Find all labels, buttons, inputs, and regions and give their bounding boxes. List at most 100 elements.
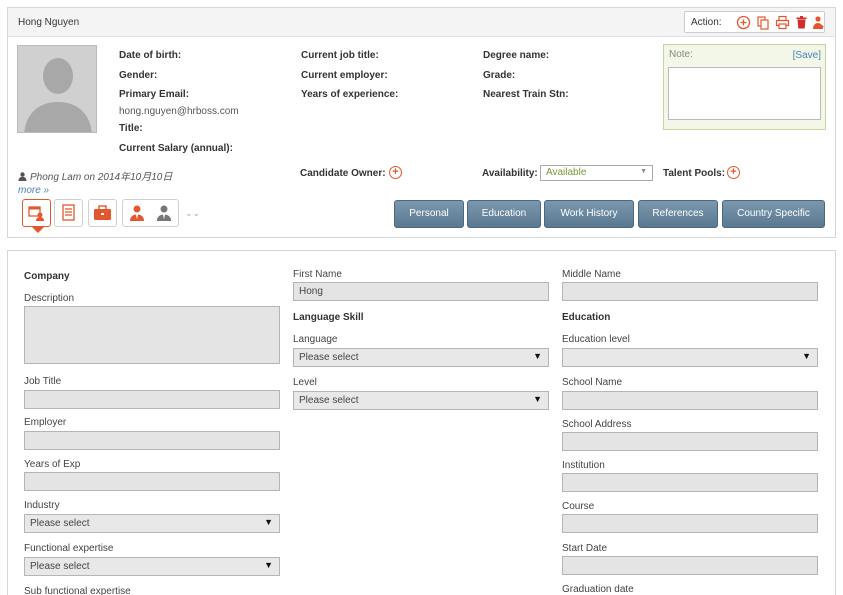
years-exp-label: Years of Exp — [24, 459, 81, 470]
school-address-input[interactable] — [562, 432, 818, 451]
tab-work-history[interactable]: Work History — [544, 200, 634, 228]
people-icon — [130, 205, 171, 221]
job-title-field-label: Job Title — [24, 376, 62, 387]
language-select[interactable]: Please select ▼ — [293, 348, 549, 367]
tab-country-specific[interactable]: Country Specific — [722, 200, 825, 228]
experience-label: Years of experience: — [301, 89, 399, 100]
delete-icon[interactable] — [794, 15, 809, 30]
avatar-silhouette-icon — [18, 46, 96, 132]
functional-label: Functional expertise — [24, 543, 114, 554]
candidate-name: Hong Nguyen — [18, 17, 80, 28]
email-value[interactable]: hong.nguyen@hrboss.com — [119, 106, 239, 117]
action-bar: Action: — [684, 11, 825, 33]
chevron-down-icon: ▼ — [802, 351, 811, 361]
availability-value: Available — [546, 167, 587, 178]
add-owner-icon[interactable]: + — [389, 166, 402, 179]
action-label: Action: — [691, 17, 722, 28]
employer-input[interactable] — [24, 431, 280, 450]
gender-label: Gender: — [119, 70, 158, 81]
education-heading: Education — [562, 312, 611, 323]
assign-icon[interactable] — [811, 15, 826, 30]
level-value: Please select — [299, 395, 359, 406]
availability-label: Availability: — [482, 168, 538, 179]
school-name-label: School Name — [562, 377, 623, 388]
candidate-panel: Hong Nguyen Action: Date of birth: Gende… — [7, 7, 836, 238]
education-level-select[interactable]: ▼ — [562, 348, 818, 367]
language-label: Language — [293, 334, 338, 345]
middle-name-label: Middle Name — [562, 269, 621, 280]
level-select[interactable]: Please select ▼ — [293, 391, 549, 410]
job-title-label: Current job title: — [301, 50, 379, 61]
course-input[interactable] — [562, 514, 818, 533]
start-date-input[interactable] — [562, 556, 818, 575]
first-name-value: Hong — [299, 286, 323, 297]
note-textarea[interactable] — [668, 67, 821, 120]
institution-label: Institution — [562, 460, 605, 471]
expand-chevron-icon[interactable]: ⌄⌄ — [185, 208, 200, 219]
email-label: Primary Email: — [119, 89, 190, 100]
candidate-owner-label: Candidate Owner: — [300, 168, 386, 179]
resume-button[interactable] — [54, 199, 83, 227]
sub-functional-label: Sub functional expertise — [24, 586, 131, 595]
institution-input[interactable] — [562, 473, 818, 492]
train-label: Nearest Train Stn: — [483, 89, 569, 100]
middle-name-input[interactable] — [562, 282, 818, 301]
contacts-button[interactable] — [122, 199, 179, 227]
job-title-input[interactable] — [24, 390, 280, 409]
industry-label: Industry — [24, 500, 60, 511]
grade-label: Grade: — [483, 70, 516, 81]
dob-label: Date of birth: — [119, 50, 182, 61]
chevron-down-icon: ▼ — [264, 517, 273, 527]
course-label: Course — [562, 501, 595, 512]
school-address-label: School Address — [562, 419, 632, 430]
jobs-button[interactable] — [88, 199, 117, 227]
description-label: Description — [24, 293, 75, 304]
document-icon — [62, 204, 75, 221]
copy-icon[interactable] — [756, 15, 771, 30]
add-icon[interactable] — [736, 15, 751, 30]
availability-select[interactable]: Available ▼ — [540, 165, 653, 181]
functional-value: Please select — [30, 561, 90, 572]
chevron-down-icon: ▼ — [533, 394, 542, 404]
tab-references[interactable]: References — [638, 200, 718, 228]
note-save-link[interactable]: [Save] — [793, 50, 821, 61]
first-name-input[interactable]: Hong — [293, 282, 549, 301]
start-date-label: Start Date — [562, 543, 608, 554]
employer-field-label: Employer — [24, 417, 67, 428]
first-name-label: First Name — [293, 269, 342, 280]
degree-label: Degree name: — [483, 50, 550, 61]
user-icon — [18, 172, 27, 181]
functional-select[interactable]: Please select ▼ — [24, 557, 280, 576]
chevron-down-icon: ▼ — [264, 560, 273, 570]
print-icon[interactable] — [775, 15, 790, 30]
title-label: Title: — [119, 123, 143, 134]
talent-pools-label: Talent Pools: — [663, 168, 726, 179]
salary-label: Current Salary (annual): — [119, 143, 233, 154]
created-by-text: Phong Lam on 2014年10月10日 — [30, 172, 173, 183]
candidate-photo — [17, 45, 97, 133]
industry-select[interactable]: Please select ▼ — [24, 514, 280, 533]
graduation-date-label: Graduation date — [562, 584, 634, 595]
chevron-down-icon: ▼ — [640, 168, 647, 175]
tab-education[interactable]: Education — [467, 200, 541, 228]
language-skill-heading: Language Skill — [293, 312, 364, 323]
form-panel: Company Description Job Title Employer Y… — [7, 250, 836, 595]
employer-label: Current employer: — [301, 70, 388, 81]
tab-personal[interactable]: Personal — [394, 200, 464, 228]
active-tab-pointer — [32, 227, 44, 233]
created-by-line: Phong Lam on 2014年10月10日 — [18, 168, 172, 183]
language-value: Please select — [299, 352, 359, 363]
description-textarea[interactable] — [24, 306, 280, 364]
years-exp-input[interactable] — [24, 472, 280, 491]
note-label: Note: — [669, 49, 693, 60]
more-link[interactable]: more » — [18, 185, 49, 196]
education-level-label: Education level — [562, 334, 630, 345]
industry-value: Please select — [30, 518, 90, 529]
company-heading: Company — [24, 271, 70, 282]
level-label: Level — [293, 377, 317, 388]
candidate-header: Hong Nguyen Action: — [8, 8, 835, 37]
profile-view-button[interactable] — [22, 199, 51, 227]
add-talent-pool-icon[interactable]: + — [727, 166, 740, 179]
school-name-input[interactable] — [562, 391, 818, 410]
profile-card-icon — [28, 206, 44, 221]
